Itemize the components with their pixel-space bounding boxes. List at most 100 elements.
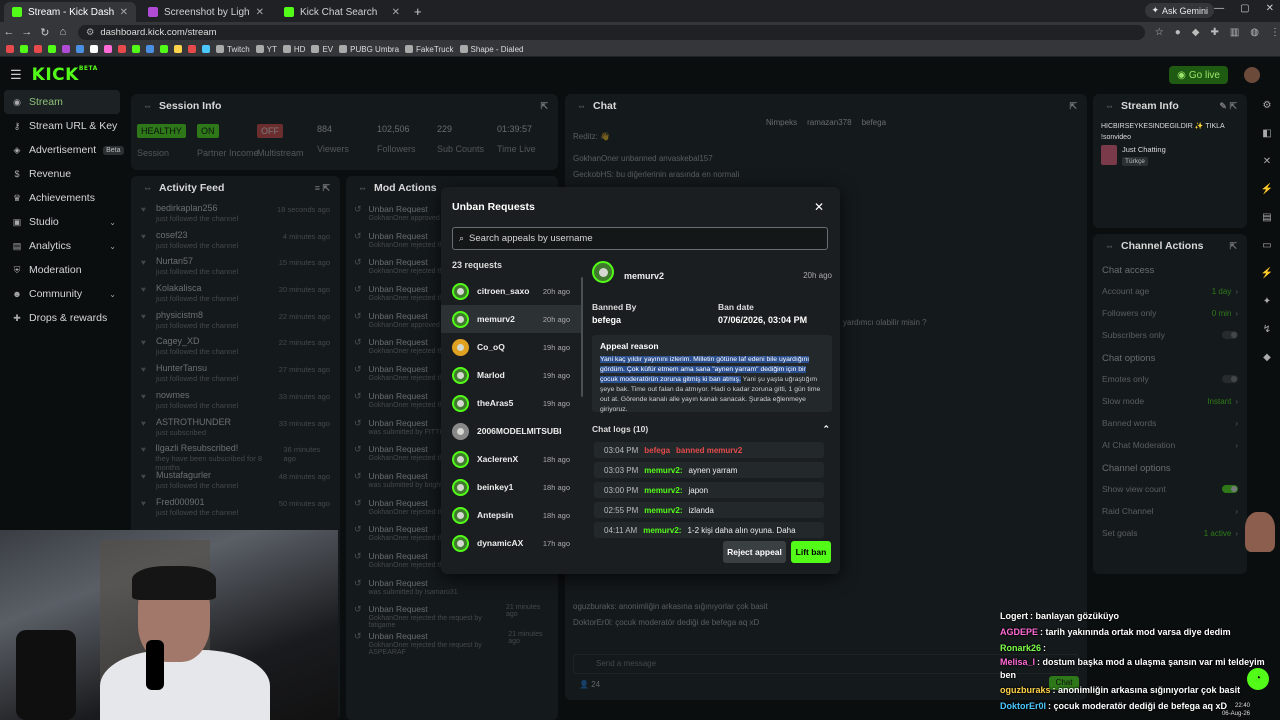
bookmark-item[interactable]: EV	[311, 45, 333, 54]
browser-tab[interactable]: Screenshot by Lightshot ✕	[140, 2, 272, 22]
chat-fab-icon[interactable]: ◔	[1247, 668, 1269, 690]
expand-icon[interactable]: ⇔	[143, 183, 152, 193]
extension-icon[interactable]: ◆	[1192, 27, 1200, 38]
expand-icon[interactable]: ⇔	[577, 101, 586, 111]
expand-icon[interactable]: ⇔	[358, 183, 367, 193]
maximize-icon[interactable]: ▢	[1240, 3, 1249, 14]
channel-option-row[interactable]: Subscribers only	[1093, 324, 1247, 346]
toggle-switch[interactable]	[1222, 331, 1238, 339]
sidebar-item-community[interactable]: ☻ Community ⌄	[0, 282, 124, 306]
shortcut-icon[interactable]: ◧	[1254, 120, 1280, 148]
kick-logo[interactable]: KICKBETA	[32, 65, 98, 85]
filter-icon[interactable]: ≡ ⇱	[315, 183, 330, 194]
search-input[interactable]	[469, 233, 810, 244]
bookmark-item[interactable]: Twitch	[216, 45, 250, 54]
bookmark-icon[interactable]	[160, 45, 168, 53]
bookmark-icon[interactable]	[90, 45, 98, 53]
puzzle-icon[interactable]: ✚	[1210, 27, 1218, 38]
bookmark-icon[interactable]	[174, 45, 182, 53]
top-user[interactable]: ramazan378	[807, 118, 851, 132]
channel-option-row[interactable]: Set goals 1 active ›	[1093, 522, 1247, 544]
sidebar-icon[interactable]: ▥	[1230, 27, 1239, 38]
home-icon[interactable]: ⌂	[54, 26, 72, 38]
channel-option-row[interactable]: Emotes only	[1093, 368, 1247, 390]
sidebar-item-advertisement[interactable]: ◈ Advertisement Beta	[0, 138, 124, 162]
bookmark-icon[interactable]	[20, 45, 28, 53]
bookmark-item[interactable]: HD	[282, 45, 305, 54]
chat-logs-header[interactable]: Chat logs (10) ⌃	[592, 424, 832, 434]
bolt-icon[interactable]: ↯	[1254, 316, 1280, 344]
popout-icon[interactable]: ⇱	[1069, 101, 1077, 112]
bookmark-icon[interactable]	[132, 45, 140, 53]
chat-bubble-icon[interactable]: ▭	[1254, 232, 1280, 260]
sidebar-item-moderation[interactable]: ⛨ Moderation	[0, 258, 124, 282]
bookmark-icon[interactable]	[34, 45, 42, 53]
avatar[interactable]	[1244, 67, 1260, 83]
browser-tab[interactable]: Kick Chat Search ✕	[276, 2, 408, 22]
shortcut-icon[interactable]: ✕	[1254, 148, 1280, 176]
request-item[interactable]: dynamicAX 17h ago	[441, 529, 582, 557]
bookmark-icon[interactable]	[104, 45, 112, 53]
lightning-icon[interactable]: ⚡	[1254, 176, 1280, 204]
request-item[interactable]: theAras5 19h ago	[441, 389, 582, 417]
channel-option-row[interactable]: AI Chat Moderation ›	[1093, 434, 1247, 456]
expand-icon[interactable]: ⇔	[1105, 101, 1114, 111]
profile-icon[interactable]: ◍	[1250, 27, 1259, 38]
close-icon[interactable]: ✕	[814, 200, 824, 214]
reject-appeal-button[interactable]: Reject appeal	[723, 541, 786, 563]
channel-option-row[interactable]: Followers only 0 min ›	[1093, 302, 1247, 324]
extension-icon[interactable]: ●	[1175, 27, 1181, 38]
bookmark-icon[interactable]	[6, 45, 14, 53]
menu-dots-icon[interactable]: ⋮	[1270, 27, 1280, 38]
sidebar-item-stream[interactable]: ◉ Stream	[4, 90, 120, 114]
back-icon[interactable]: ←	[0, 26, 18, 38]
sidebar-item-stream-url-key[interactable]: ⚷ Stream URL & Key	[0, 114, 124, 138]
bookmark-icon[interactable]	[202, 45, 210, 53]
request-item[interactable]: 2006MODELMITSUBISHI	[441, 417, 582, 445]
ask-gemini-button[interactable]: ✦ Ask Gemini	[1145, 3, 1214, 18]
forward-icon[interactable]: →	[18, 26, 36, 38]
bookmark-icon[interactable]	[48, 45, 56, 53]
bookmark-item[interactable]: FakeTruck	[405, 45, 454, 54]
lift-ban-button[interactable]: Lift ban	[791, 541, 831, 563]
close-tab-icon[interactable]: ✕	[392, 7, 400, 18]
sidebar-item-achievements[interactable]: ♛ Achievements	[0, 186, 124, 210]
go-live-button[interactable]: ◉ Go live	[1169, 66, 1228, 84]
bookmark-item[interactable]: YT	[255, 45, 277, 54]
request-item[interactable]: memurv2 20h ago	[441, 305, 582, 333]
chevron-down-icon[interactable]: ⌄	[109, 290, 116, 299]
bookmark-icon[interactable]	[62, 45, 70, 53]
request-item[interactable]: Marlod 19h ago	[441, 361, 582, 389]
channel-option-row[interactable]: Slow mode Instant ›	[1093, 390, 1247, 412]
appeal-search[interactable]: ⌕	[452, 227, 828, 250]
settings-icon[interactable]: ⚙	[1254, 92, 1280, 120]
sidebar-item-studio[interactable]: ▣ Studio ⌄	[0, 210, 124, 234]
new-tab-button[interactable]: +	[414, 2, 422, 22]
chevron-down-icon[interactable]: ⌄	[109, 218, 116, 227]
bookmark-star-icon[interactable]: ☆	[1155, 27, 1164, 38]
channel-option-row[interactable]: Show view count	[1093, 478, 1247, 500]
chevron-up-icon[interactable]: ⌃	[822, 424, 830, 435]
request-item[interactable]: beinkey1 18h ago	[441, 473, 582, 501]
close-window-icon[interactable]: ✕	[1266, 3, 1274, 14]
channel-option-row[interactable]: Account age 1 day ›	[1093, 280, 1247, 302]
bookmark-icon[interactable]	[118, 45, 126, 53]
lightning-icon[interactable]: ⚡	[1254, 260, 1280, 288]
bookmark-icon[interactable]	[146, 45, 154, 53]
request-item[interactable]: citroen_saxo 20h ago	[441, 277, 582, 305]
hamburger-menu-icon[interactable]: ☰	[10, 67, 22, 83]
expand-icon[interactable]: ⇔	[143, 101, 152, 111]
note-icon[interactable]: ▤	[1254, 204, 1280, 232]
request-item[interactable]: Co_oQ 19h ago	[441, 333, 582, 361]
expand-icon[interactable]: ⇔	[1105, 241, 1114, 251]
popout-icon[interactable]: ⇱	[1229, 241, 1237, 252]
chevron-down-icon[interactable]: ⌄	[109, 242, 116, 251]
wrench-icon[interactable]: ✦	[1254, 288, 1280, 316]
channel-option-row[interactable]: Banned words ›	[1093, 412, 1247, 434]
close-tab-icon[interactable]: ✕	[120, 7, 128, 18]
list-scrollbar[interactable]	[581, 277, 583, 397]
reload-icon[interactable]: ↻	[36, 26, 54, 39]
bookmark-item[interactable]: Shape - Dialed	[459, 45, 523, 54]
edit-icon[interactable]: ✎ ⇱	[1219, 101, 1237, 112]
request-item[interactable]: XaclerenX 18h ago	[441, 445, 582, 473]
